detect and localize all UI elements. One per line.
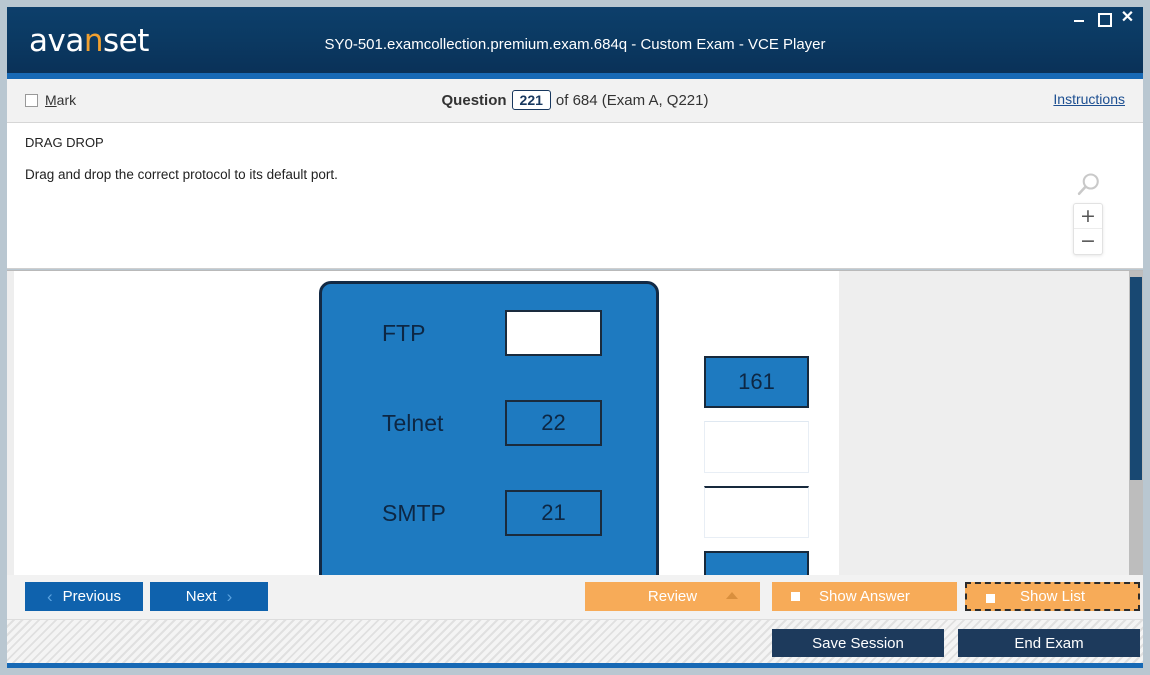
title-bar: avanset SY0-501.examcollection.premium.e… xyxy=(7,7,1143,73)
status-bar: Save Session End Exam xyxy=(7,619,1143,663)
drop-slot-ftp[interactable] xyxy=(505,310,602,356)
protocol-panel: FTP Telnet 22 SMTP 21 xyxy=(319,281,659,575)
exhibit-scrollbar-track[interactable] xyxy=(1129,271,1143,575)
minimize-icon[interactable] xyxy=(1072,10,1087,25)
port-tile[interactable] xyxy=(704,421,809,473)
window-title: SY0-501.examcollection.premium.exam.684q… xyxy=(324,36,826,53)
window-controls: ✕ xyxy=(1072,10,1135,27)
drop-slot-smtp[interactable]: 21 xyxy=(505,490,602,536)
show-answer-button-label: Show Answer xyxy=(819,588,910,605)
zoom-out-button[interactable]: − xyxy=(1074,229,1102,254)
previous-button-label: Previous xyxy=(62,588,122,605)
question-number-box[interactable]: 221 xyxy=(511,90,551,110)
zoom-in-button[interactable]: + xyxy=(1074,204,1102,229)
protocol-label-smtp: SMTP xyxy=(382,500,446,526)
port-tile[interactable] xyxy=(704,551,809,575)
vce-player-window: avanset SY0-501.examcollection.premium.e… xyxy=(0,0,1150,675)
chevron-up-icon xyxy=(726,592,738,599)
review-button-label: Review xyxy=(647,588,698,605)
navigation-toolbar: ‹ Previous Next › Review Show Answer Sho… xyxy=(7,575,1143,619)
show-answer-button[interactable]: Show Answer xyxy=(772,582,957,611)
zoom-controls: + − xyxy=(1073,203,1103,255)
drop-row-smtp: SMTP 21 xyxy=(322,482,656,572)
instructions-link[interactable]: Instructions xyxy=(1053,91,1125,107)
question-total: of 684 (Exam A, Q221) xyxy=(555,92,709,109)
magnifier-icon[interactable] xyxy=(1075,171,1103,199)
question-word: Question xyxy=(441,92,507,109)
show-list-button-label: Show List xyxy=(1019,588,1086,605)
exhibit-scrollbar-thumb[interactable] xyxy=(1130,277,1142,480)
next-button[interactable]: Next › xyxy=(150,582,268,611)
port-tile[interactable] xyxy=(704,486,809,538)
square-icon xyxy=(985,593,996,604)
zoom-tools: + − xyxy=(1073,171,1107,255)
drop-row-telnet: Telnet 22 xyxy=(322,392,656,482)
question-prompt: Drag and drop the correct protocol to it… xyxy=(25,167,338,182)
drop-row-ftp: FTP xyxy=(322,302,656,392)
review-button[interactable]: Review xyxy=(585,582,760,611)
square-icon xyxy=(790,591,801,602)
previous-button[interactable]: ‹ Previous xyxy=(25,582,143,611)
question-panel: DRAG DROP Drag and drop the correct prot… xyxy=(7,123,1143,269)
end-exam-button[interactable]: End Exam xyxy=(958,629,1140,657)
close-icon[interactable]: ✕ xyxy=(1120,10,1135,26)
protocol-label-ftp: FTP xyxy=(382,320,426,346)
drop-slot-telnet[interactable]: 22 xyxy=(505,400,602,446)
next-button-label: Next xyxy=(185,588,217,605)
port-tile-tray: 161 xyxy=(704,356,809,575)
show-list-button[interactable]: Show List xyxy=(965,582,1140,611)
chevron-right-icon: › xyxy=(226,587,233,606)
save-session-button[interactable]: Save Session xyxy=(772,629,944,657)
maximize-icon[interactable] xyxy=(1096,10,1112,27)
exhibit-area: FTP Telnet 22 SMTP 21 161 xyxy=(7,270,1143,575)
question-type-label: DRAG DROP xyxy=(25,135,104,150)
footer-accent-bar xyxy=(7,663,1143,668)
exhibit-canvas: FTP Telnet 22 SMTP 21 161 xyxy=(14,271,839,575)
protocol-label-telnet: Telnet xyxy=(382,410,444,436)
question-counter: Question 221 of 684 (Exam A, Q221) xyxy=(7,90,1143,110)
question-bar: Mark Question 221 of 684 (Exam A, Q221) In… xyxy=(7,79,1143,123)
port-tile[interactable]: 161 xyxy=(704,356,809,408)
chevron-left-icon: ‹ xyxy=(46,587,53,606)
